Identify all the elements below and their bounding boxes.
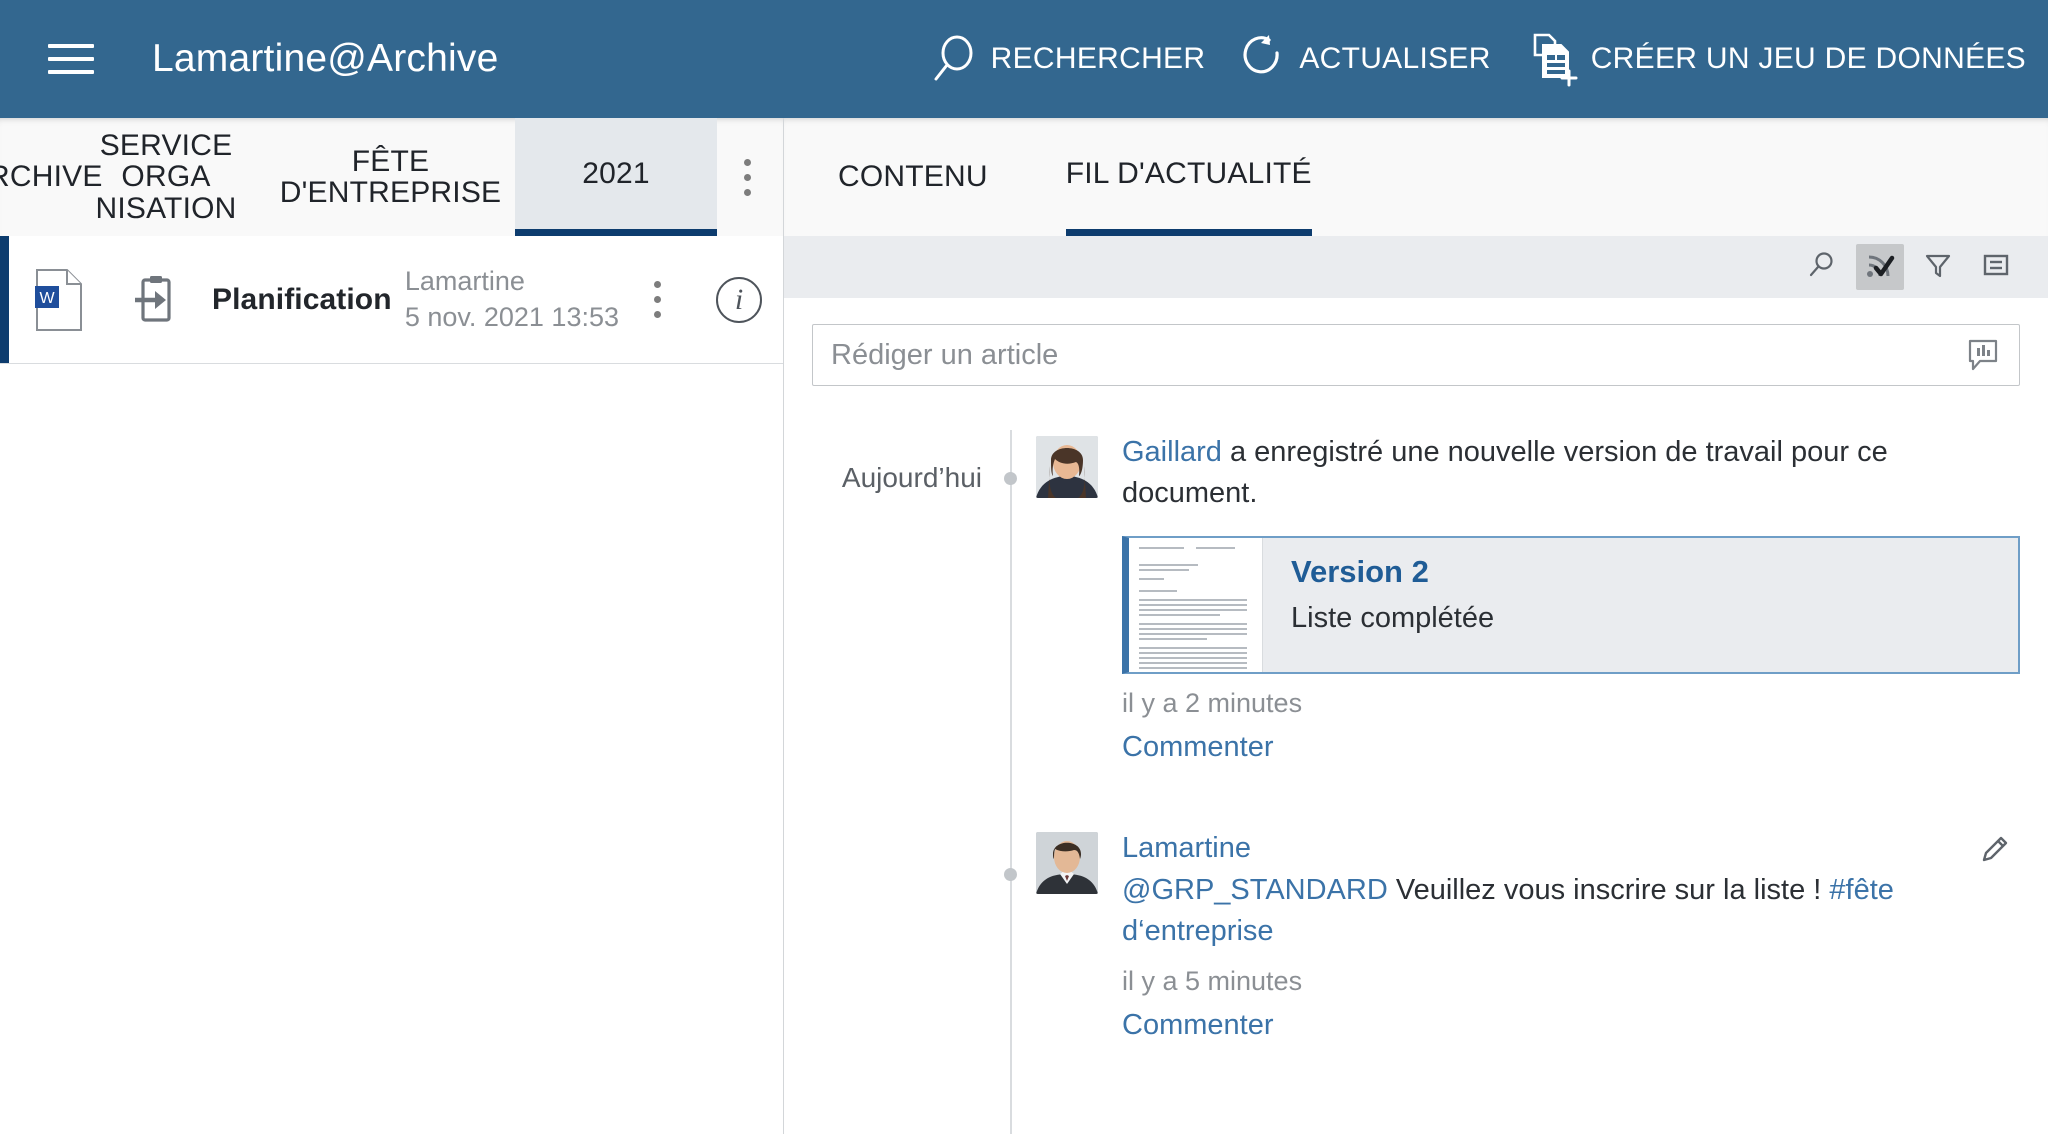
- info-icon: i: [716, 276, 762, 323]
- hamburger-menu-icon[interactable]: [48, 44, 94, 74]
- breadcrumb: RCHIVE SERVICE ORGA NISATION FÊTE D'ENTR…: [0, 118, 783, 236]
- tab-label: CONTENU: [838, 160, 988, 193]
- feed-comment-link[interactable]: Commenter: [1122, 731, 2020, 764]
- checked-out-icon: [114, 275, 196, 325]
- tab-contenu[interactable]: CONTENU: [838, 118, 988, 236]
- application-window: Lamartine@Archive RECHERCHER ACTUALISER …: [0, 0, 2048, 1134]
- feed-bullet: [994, 816, 1026, 882]
- create-dataset-button-label: CRÉER UN JEU DE DONNÉES: [1590, 42, 2026, 75]
- header-actions: RECHERCHER ACTUALISER CRÉER UN JEU DE DO…: [927, 29, 2026, 89]
- row-selection-indicator: [0, 236, 9, 363]
- search-button[interactable]: RECHERCHER: [927, 31, 1206, 87]
- breadcrumb-overflow-button[interactable]: [717, 118, 777, 236]
- breadcrumb-item-archive[interactable]: RCHIVE: [0, 118, 102, 236]
- breadcrumb-item-2021[interactable]: 2021: [515, 118, 717, 236]
- feed-timestamp: il y a 2 minutes: [1122, 688, 1303, 719]
- document-author: Lamartine: [404, 265, 525, 296]
- filter-icon: [1923, 250, 1953, 285]
- version-info: Version 2 Liste complétée: [1263, 538, 1494, 672]
- version-card[interactable]: Version 2 Liste complétée: [1122, 536, 2020, 675]
- feed-message-text: Veuillez vous inscrire sur la liste !: [1387, 873, 1830, 906]
- document-preview-thumbnail: [1129, 538, 1263, 673]
- hamburger-line: [48, 44, 94, 48]
- pencil-icon[interactable]: [1978, 834, 2012, 873]
- document-row-menu-button[interactable]: [619, 281, 695, 318]
- avatar: [1036, 436, 1098, 498]
- feed-timestamp: il y a 5 minutes: [1122, 965, 1303, 996]
- breadcrumb-item-service-organisation[interactable]: SERVICE ORGA NISATION: [66, 118, 266, 236]
- document-name: Planification: [212, 282, 392, 316]
- feed-items: Aujourd’hui Gaillard a enregistré une no…: [812, 420, 2020, 1134]
- document-list: W Planification Lamartine 5 nov. 2021 13…: [0, 236, 783, 1134]
- right-pane: CONTENU FIL D'ACTUALITÉ Rédiger un artic…: [784, 118, 2048, 1134]
- feed-date-label: Aujourd’hui: [841, 462, 982, 493]
- feed-comment-link[interactable]: Commenter: [1122, 1009, 2020, 1042]
- left-pane: RCHIVE SERVICE ORGA NISATION FÊTE D'ENTR…: [0, 118, 784, 1134]
- feed-message: Gaillard a enregistré une nouvelle versi…: [1122, 432, 2020, 514]
- version-subtitle: Liste complétée: [1291, 602, 1495, 635]
- create-dataset-icon: [1525, 29, 1583, 89]
- avatar: [1036, 832, 1098, 895]
- search-button-label: RECHERCHER: [990, 42, 1206, 75]
- hamburger-line: [48, 70, 94, 74]
- document-meta: Lamartine 5 nov. 2021 13:53: [405, 264, 619, 335]
- poll-bubble-icon[interactable]: [1965, 337, 2001, 373]
- breadcrumb-item-fete-entreprise[interactable]: FÊTE D'ENTREPRISE: [280, 118, 501, 236]
- feed-author-link[interactable]: Lamartine: [1122, 832, 1251, 864]
- activity-feed: Aujourd’hui: [784, 298, 2048, 1134]
- feed-subscribed-icon: [1865, 250, 1895, 285]
- word-document-icon: W: [6, 268, 114, 332]
- main-body: RCHIVE SERVICE ORGA NISATION FÊTE D'ENTR…: [0, 118, 2048, 1134]
- compose-input[interactable]: [831, 338, 1955, 372]
- kebab-menu-icon: [743, 158, 751, 196]
- hamburger-line: [48, 57, 94, 61]
- feed-filter-button[interactable]: [1914, 244, 1962, 290]
- feed-bullet: [994, 420, 1026, 485]
- breadcrumb-label: SERVICE ORGA NISATION: [95, 128, 237, 225]
- feed-message: Lamartine: [1122, 828, 2020, 869]
- feed-toolbar: [784, 236, 2048, 298]
- refresh-button[interactable]: ACTUALISER: [1239, 31, 1490, 87]
- create-dataset-button[interactable]: CRÉER UN JEU DE DONNÉES: [1525, 29, 2026, 89]
- feed-content: Gaillard a enregistré une nouvelle versi…: [1122, 420, 2020, 764]
- feed-message-body: @GRP_STANDARD Veuillez vous inscrire sur…: [1122, 870, 2020, 952]
- feed-mention[interactable]: @GRP_STANDARD: [1122, 874, 1388, 906]
- feed-subscribe-toggle[interactable]: [1856, 244, 1904, 290]
- document-modified-date: 5 nov. 2021 13:53: [404, 301, 619, 332]
- kebab-menu-icon: [653, 281, 661, 318]
- app-header: Lamartine@Archive RECHERCHER ACTUALISER …: [0, 0, 2048, 118]
- right-panel-tabs: CONTENU FIL D'ACTUALITÉ: [784, 118, 2048, 236]
- search-icon: [927, 31, 983, 87]
- feed-view-button[interactable]: [1972, 244, 2020, 290]
- feed-author-link[interactable]: Gaillard: [1122, 436, 1222, 468]
- feed-date-label: [812, 816, 994, 858]
- table-row[interactable]: W Planification Lamartine 5 nov. 2021 13…: [0, 236, 783, 364]
- breadcrumb-label: FÊTE D'ENTREPRISE: [279, 144, 502, 209]
- document-info-button[interactable]: i: [695, 276, 783, 323]
- compose-article-box[interactable]: [812, 324, 2020, 386]
- page-title: Lamartine@Archive: [152, 37, 499, 80]
- list-view-icon: [1981, 250, 2011, 285]
- svg-text:W: W: [39, 290, 55, 307]
- version-title: Version 2: [1291, 554, 1429, 590]
- search-icon: [1807, 250, 1837, 285]
- list-item: Lamartine @GRP_STANDARD Veuillez vous in…: [812, 816, 2020, 1042]
- feed-search-button[interactable]: [1798, 244, 1846, 290]
- info-glyph: i: [734, 282, 744, 316]
- refresh-button-label: ACTUALISER: [1299, 42, 1491, 75]
- breadcrumb-label: 2021: [582, 156, 650, 190]
- tab-label: FIL D'ACTUALITÉ: [1065, 156, 1312, 190]
- list-item: Aujourd’hui Gaillard a enregistré une no…: [812, 420, 2020, 764]
- feed-message-text: a enregistré une nouvelle version de tra…: [1122, 436, 1888, 510]
- refresh-icon: [1239, 31, 1291, 87]
- feed-content: Lamartine @GRP_STANDARD Veuillez vous in…: [1122, 816, 2020, 1042]
- tab-fil-actualite[interactable]: FIL D'ACTUALITÉ: [1065, 118, 1312, 236]
